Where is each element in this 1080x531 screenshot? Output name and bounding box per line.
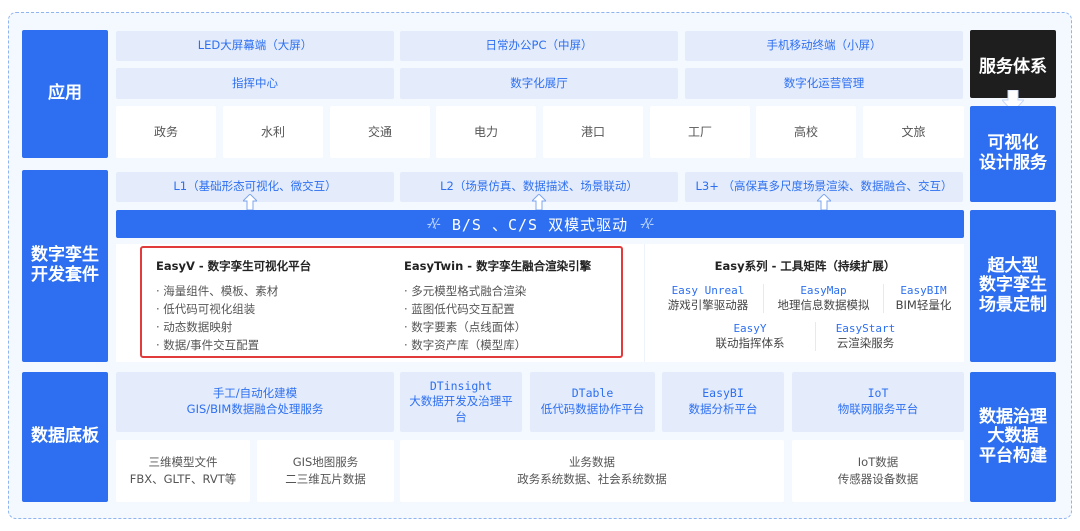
industry-item: 港口: [543, 106, 643, 158]
screen-mobile: 手机移动终端（小屏）: [685, 31, 963, 61]
model-files: 三维模型文件 FBX、GLTF、RVT等: [116, 440, 250, 502]
service-system-label: 服务体系: [970, 30, 1056, 98]
business-data: 业务数据 政务系统数据、社会系统数据: [400, 440, 784, 502]
up-arrow-icon: [817, 194, 831, 210]
list-item: · 动态数据映射: [156, 320, 233, 334]
list-item: · 低代码可视化组装: [156, 302, 256, 316]
screen-led: LED大屏幕端（大屏）: [116, 31, 394, 61]
modeling-service: 手工/自动化建模 GIS/BIM数据融合处理服务: [116, 372, 394, 432]
easytwin-block: EasyTwin - 数字孪生融合渲染引擎 · 多元模型格式融合渲染 · 蓝图低…: [404, 258, 620, 354]
tool-item: EasyY 联动指挥体系: [715, 322, 785, 350]
up-arrow-icon: [243, 194, 257, 210]
industry-item: 电力: [436, 106, 536, 158]
list-item: · 数字要素（点线面体）: [404, 320, 527, 334]
easybi-platform: EasyBI 数据分析平台: [662, 372, 784, 432]
up-arrow-icon: [532, 194, 546, 210]
dtinsight-platform: DTinsight 大数据开发及治理平 台: [400, 372, 522, 432]
industry-item: 水利: [223, 106, 323, 158]
easytwin-title: EasyTwin - 数字孪生融合渲染引擎: [404, 259, 592, 273]
large-scene-custom: 超大型 数字孪生 场景定制: [970, 210, 1056, 362]
industry-item: 工厂: [650, 106, 750, 158]
easyv-list: · 海量组件、模板、素材 · 低代码可视化组装 · 动态数据映射 · 数据/事件…: [156, 282, 376, 354]
industry-item: 政务: [116, 106, 216, 158]
screen-pc: 日常办公PC（中屏）: [400, 31, 678, 61]
list-item: · 数据/事件交互配置: [156, 338, 260, 352]
list-item: · 海量组件、模板、素材: [156, 284, 279, 298]
center-command: 指挥中心: [116, 68, 394, 99]
gis-map-service: GIS地图服务 二三维瓦片数据: [257, 440, 394, 502]
list-item: · 数字资产库（模型库）: [404, 338, 527, 352]
easy-series-block: Easy系列 - 工具矩阵（持续扩展） Easy Unreal 游戏引擎驱动器 …: [644, 244, 964, 362]
industry-item: 交通: [330, 106, 430, 158]
wave-icon: -⁄\⁄-: [426, 216, 441, 232]
easyv-title: EasyV - 数字孪生可视化平台: [156, 259, 312, 273]
easyv-block: EasyV - 数字孪生可视化平台 · 海量组件、模板、素材 · 低代码可视化组…: [156, 258, 376, 354]
dual-mode-band: -⁄\⁄- B/S 、C/S 双模式驱动 -⁄\⁄-: [116, 210, 964, 238]
wave-icon: -⁄\⁄-: [640, 216, 654, 232]
layer-app-label: 应用: [22, 30, 108, 158]
list-item: · 多元模型格式融合渲染: [404, 284, 527, 298]
layer-devkit-label: 数字孪生 开发套件: [22, 170, 108, 362]
list-item: · 蓝图低代码交互配置: [404, 302, 515, 316]
center-operation: 数字化运营管理: [685, 68, 963, 99]
tool-item: Easy Unreal 游戏引擎驱动器: [667, 284, 749, 312]
tool-item: EasyBIM BIM轻量化: [883, 284, 963, 313]
iot-platform: IoT 物联网服务平台: [792, 372, 964, 432]
industry-row: 政务 水利 交通 电力 港口 工厂 高校 文旅: [116, 106, 964, 158]
center-showroom: 数字化展厅: [400, 68, 678, 99]
easytwin-list: · 多元模型格式融合渲染 · 蓝图低代码交互配置 · 数字要素（点线面体） · …: [404, 282, 620, 354]
tool-item: EasyStart 云渲染服务: [815, 322, 915, 351]
data-governance: 数据治理 大数据 平台构建: [970, 372, 1056, 502]
dual-mode-label: B/S 、C/S 双模式驱动: [451, 215, 629, 234]
iot-data: IoT数据 传感器设备数据: [792, 440, 964, 502]
industry-item: 高校: [756, 106, 856, 158]
easy-series-title: Easy系列 - 工具矩阵（持续扩展）: [714, 259, 896, 273]
tool-item: EasyMap 地理信息数据模拟: [763, 284, 883, 313]
industry-item: 文旅: [863, 106, 964, 158]
layer-database-label: 数据底板: [22, 372, 108, 502]
dtable-platform: DTable 低代码数据协作平台: [530, 372, 655, 432]
vis-design-service: 可视化 设计服务: [970, 106, 1056, 202]
